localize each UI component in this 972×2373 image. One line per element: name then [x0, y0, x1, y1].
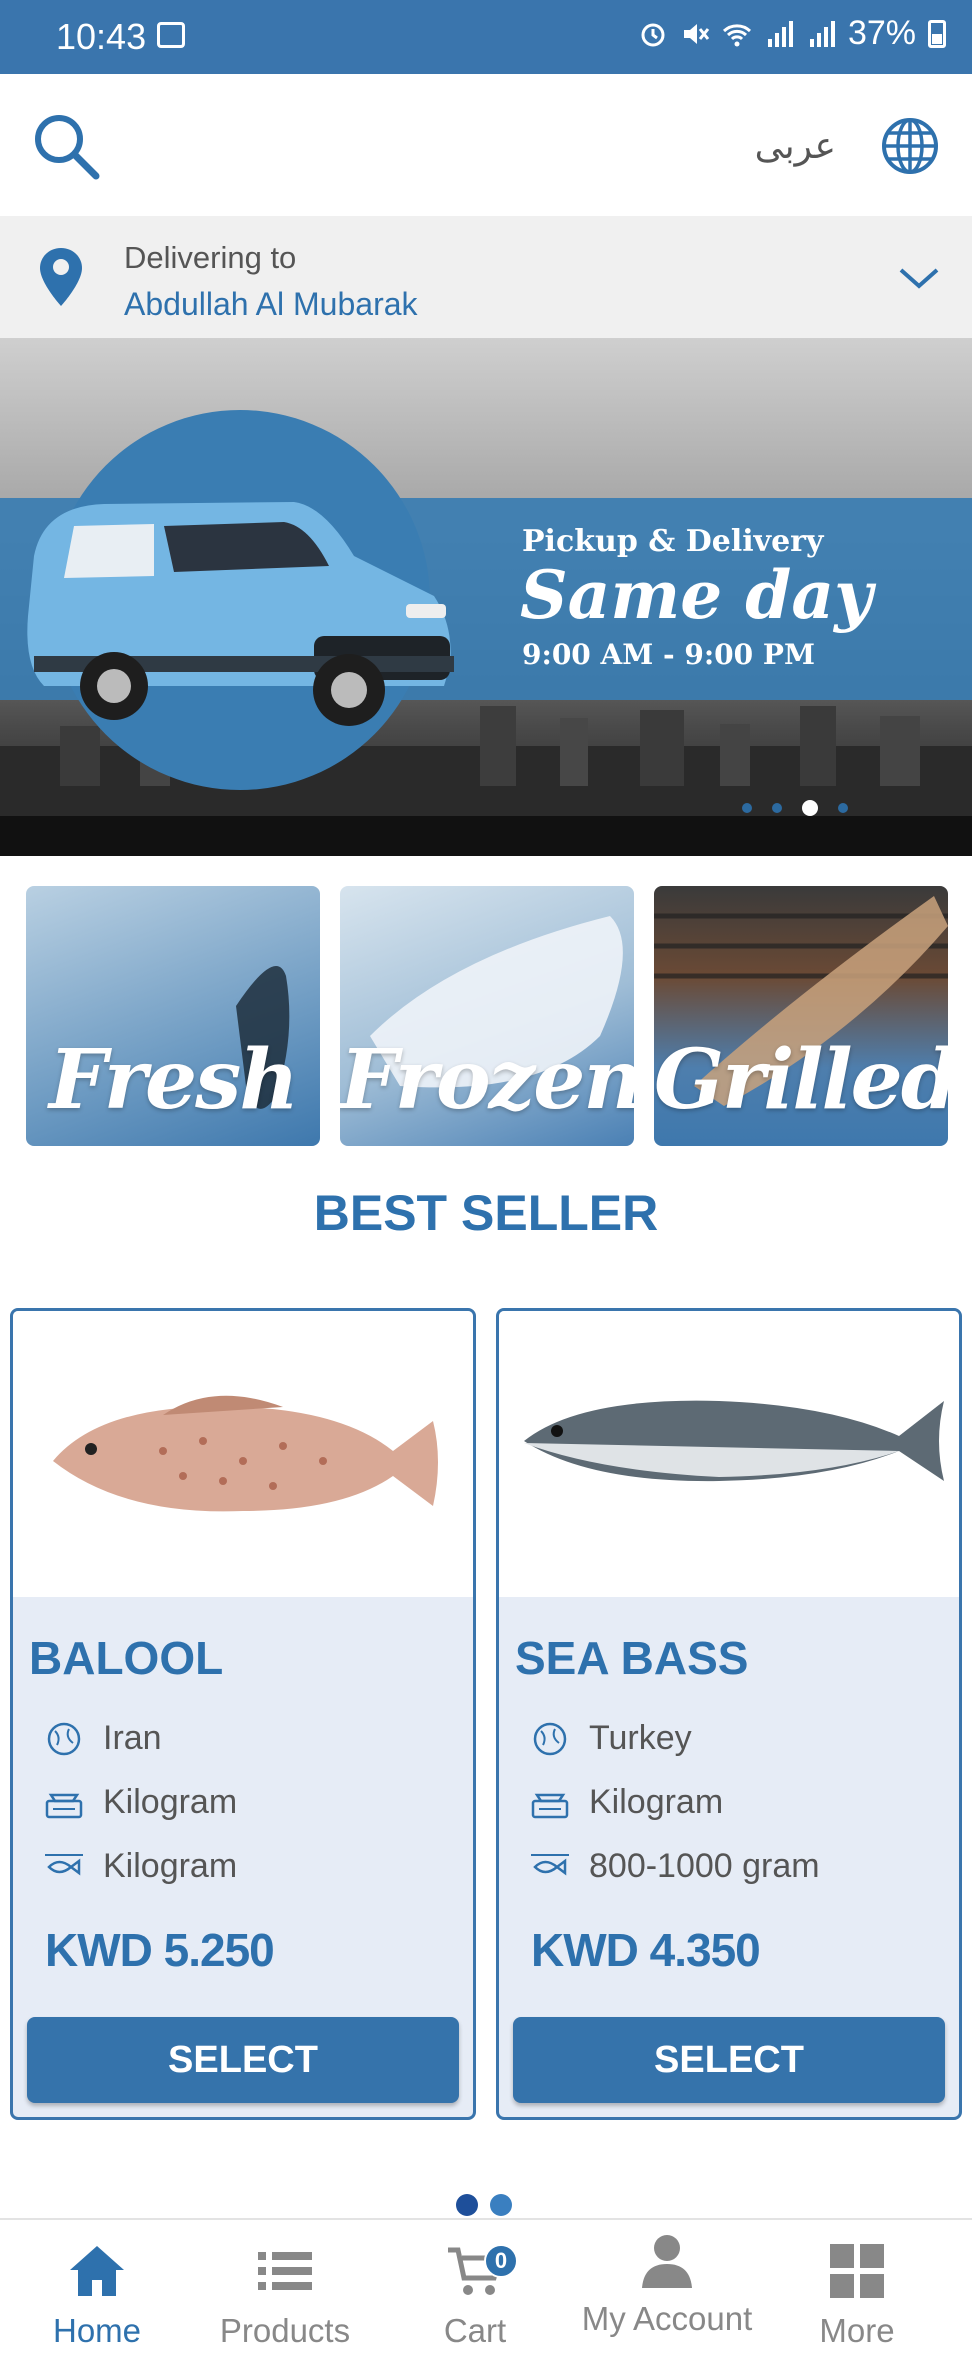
- balool-fish-image: [53, 1395, 438, 1512]
- scale-icon: [45, 1793, 83, 1818]
- best-seller-list: BALOOL Iran Kilogram Kilogram KWD 5.250 …: [10, 1308, 962, 2120]
- gallery-notification-icon: [157, 22, 185, 48]
- globe-icon[interactable]: [880, 116, 940, 176]
- select-button[interactable]: SELECT: [513, 2017, 945, 2103]
- cart-badge: 0: [484, 2244, 518, 2278]
- product-name: BALOOL: [29, 1632, 224, 1684]
- category-grilled[interactable]: Grilled: [654, 886, 948, 1146]
- nav-label: Cart: [443, 2312, 507, 2349]
- nav-label: My Account: [581, 2300, 753, 2337]
- sea-bass-fish-image: [524, 1400, 944, 1482]
- chevron-down-icon[interactable]: [896, 258, 942, 298]
- battery-icon: [928, 19, 946, 48]
- lte-signal-icon: [809, 20, 835, 47]
- product-size: 800-1000 gram: [589, 1847, 820, 1885]
- product-name: SEA BASS: [515, 1632, 749, 1684]
- nav-home[interactable]: Home: [0, 2220, 194, 2373]
- product-image: [499, 1311, 959, 1597]
- product-size: Kilogram: [103, 1847, 238, 1885]
- alarm-icon: [641, 23, 665, 46]
- category-fresh[interactable]: Fresh: [26, 886, 320, 1146]
- home-icon: [70, 2246, 124, 2296]
- grid-icon: [830, 2244, 884, 2298]
- select-button[interactable]: SELECT: [27, 2017, 459, 2103]
- category-row: Fresh Frozen Grilled: [26, 886, 948, 1146]
- banner-line-1: Pickup & Delivery: [522, 524, 824, 559]
- nav-products[interactable]: Products: [188, 2220, 382, 2373]
- app-screen: 10:43 37% عربى Delivering to Abdullah Al…: [0, 0, 972, 2373]
- product-origin: Turkey: [589, 1719, 692, 1757]
- fish-size-icon: [45, 1853, 83, 1875]
- delivery-location-bar[interactable]: Delivering to Abdullah Al Mubarak: [0, 216, 972, 338]
- product-unit: Kilogram: [589, 1783, 724, 1821]
- bottom-navigation: Home Products 0 Cart My Account More: [0, 2218, 972, 2373]
- status-bar: 10:43 37%: [0, 0, 972, 74]
- delivery-label: Delivering to: [124, 240, 297, 275]
- carousel-dot[interactable]: [772, 803, 782, 813]
- carousel-dot-active[interactable]: [802, 800, 818, 816]
- product-size-row: Kilogram: [43, 1847, 237, 1886]
- promo-banner-carousel[interactable]: Pickup & Delivery Same day 9:00 AM - 9:0…: [0, 338, 972, 856]
- scale-icon: [531, 1793, 569, 1818]
- search-icon[interactable]: [30, 110, 102, 182]
- banner-line-3: 9:00 AM - 9:00 PM: [522, 638, 815, 671]
- best-seller-title: BEST SELLER: [313, 1185, 659, 1241]
- list-icon: [258, 2252, 312, 2290]
- location-pin-icon: [40, 248, 82, 306]
- nav-cart[interactable]: 0 Cart: [378, 2220, 572, 2373]
- category-label: Grilled: [654, 1032, 948, 1128]
- status-icons: 37%: [638, 14, 946, 53]
- pager-dot[interactable]: [490, 2194, 512, 2216]
- battery-percent: 37%: [847, 14, 916, 52]
- product-price: KWD 5.250: [45, 1924, 275, 1976]
- nav-label: Home: [52, 2312, 142, 2349]
- carousel-dot[interactable]: [742, 803, 752, 813]
- nav-more[interactable]: More: [760, 2220, 954, 2373]
- product-card-balool[interactable]: BALOOL Iran Kilogram Kilogram KWD 5.250 …: [10, 1308, 476, 2120]
- delivery-van-image: [27, 502, 454, 726]
- carousel-indicators: [742, 800, 848, 816]
- fish-size-icon: [531, 1853, 569, 1875]
- product-unit: Kilogram: [103, 1783, 238, 1821]
- product-image: [13, 1311, 473, 1597]
- category-label: Fresh: [49, 1032, 299, 1128]
- nav-label: Products: [219, 2312, 351, 2349]
- category-label: Frozen: [340, 1032, 634, 1128]
- app-header: عربى: [0, 74, 972, 216]
- carousel-dot[interactable]: [838, 803, 848, 813]
- product-origin-row: Iran: [43, 1719, 162, 1758]
- delivery-address: Abdullah Al Mubarak: [124, 286, 418, 322]
- language-toggle[interactable]: عربى: [755, 126, 836, 167]
- product-origin: Iran: [103, 1719, 162, 1757]
- banner-line-2: Same day: [520, 556, 873, 634]
- product-unit-row: Kilogram: [529, 1783, 723, 1822]
- pager-dot-active[interactable]: [456, 2194, 478, 2216]
- product-price: KWD 4.350: [531, 1924, 761, 1976]
- product-size-row: 800-1000 gram: [529, 1847, 820, 1886]
- user-icon: [642, 2235, 692, 2288]
- nav-label: More: [819, 2312, 895, 2349]
- globe-icon: [533, 1722, 567, 1755]
- product-pager: [456, 2194, 512, 2216]
- mute-icon: [683, 23, 710, 44]
- product-unit-row: Kilogram: [43, 1783, 237, 1822]
- signal-icon: [767, 20, 793, 47]
- status-time: 10:43: [56, 16, 147, 57]
- product-origin-row: Turkey: [529, 1719, 692, 1758]
- product-card-sea-bass[interactable]: SEA BASS Turkey Kilogram 800-1000 gram K…: [496, 1308, 962, 2120]
- globe-icon: [47, 1722, 81, 1755]
- nav-my-account[interactable]: My Account: [570, 2220, 764, 2373]
- category-frozen[interactable]: Frozen: [340, 886, 634, 1146]
- wifi-icon: [722, 23, 751, 46]
